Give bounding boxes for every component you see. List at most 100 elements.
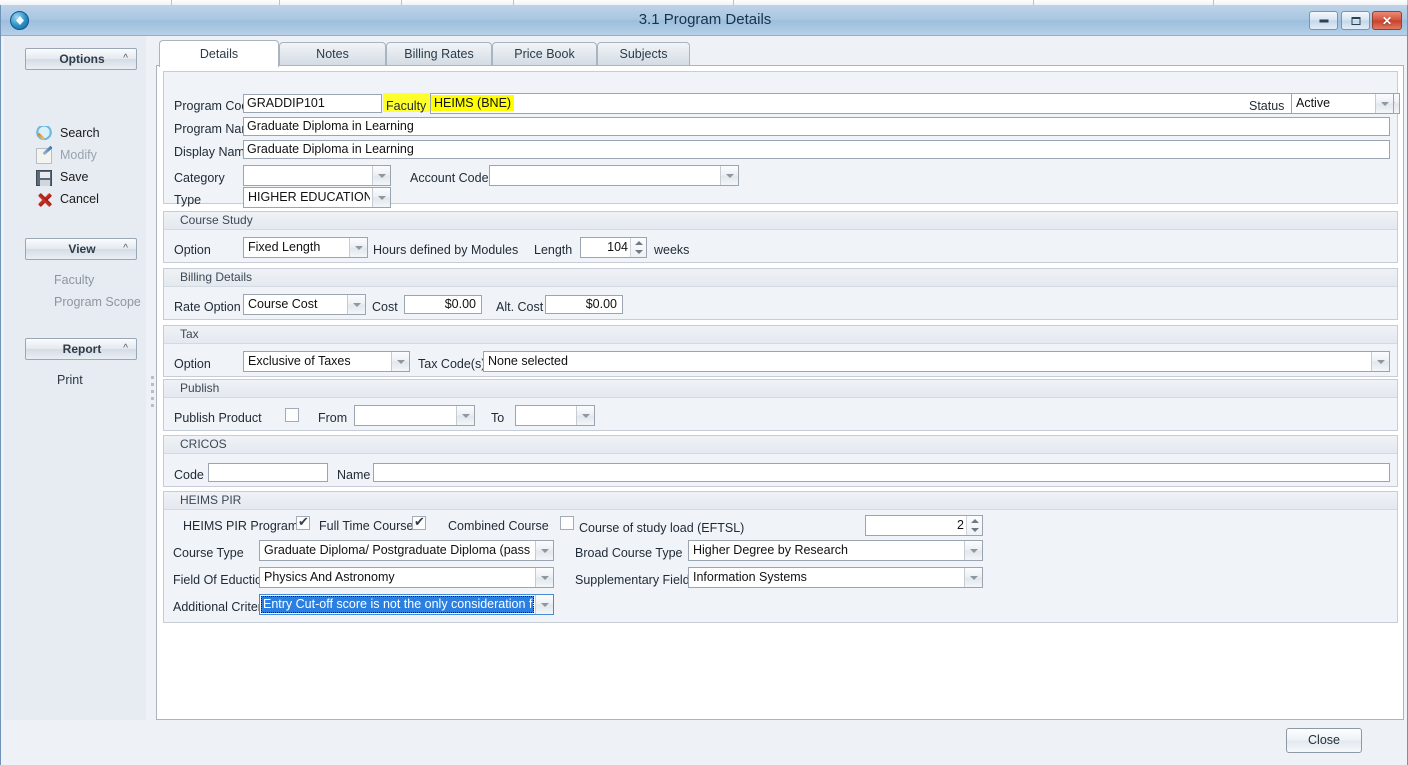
heims-pir-group: HEIMS PIR HEIMS PIR Program Full Time Co… — [163, 491, 1398, 623]
type-combobox[interactable]: HIGHER EDUCATION — [243, 187, 391, 208]
sidebar-item-faculty-label: Faculty — [54, 270, 94, 291]
cricos-code-label: Code — [174, 467, 204, 483]
sidebar-item-program-scope-label: Program Scope — [54, 292, 141, 313]
minimize-button[interactable] — [1309, 11, 1338, 30]
status-combobox[interactable]: Active — [1291, 93, 1394, 114]
cricos-code-input[interactable] — [208, 463, 328, 482]
length-spinner[interactable]: 104 — [580, 237, 647, 258]
content-area: Details Notes Billing Rates Price Book S… — [156, 36, 1404, 720]
account-code-label: Account Code — [410, 170, 489, 186]
tax-title: Tax — [180, 326, 199, 343]
heims-pir-program-checkbox[interactable] — [296, 516, 310, 530]
close-icon: ✕ — [1382, 15, 1392, 27]
chevron-down-icon[interactable] — [964, 541, 982, 560]
category-combobox[interactable] — [243, 165, 391, 186]
tax-header: Tax — [164, 326, 1397, 344]
spinner-arrows-icon[interactable] — [966, 516, 982, 535]
category-label: Category — [174, 170, 225, 186]
chevron-down-icon[interactable] — [391, 352, 409, 371]
rate-option-label: Rate Option — [174, 299, 241, 315]
tax-option-combobox[interactable]: Exclusive of Taxes — [243, 351, 410, 372]
sidebar-item-search-label: Search — [60, 123, 100, 144]
field-of-education-label: Field Of Eduction — [173, 572, 269, 588]
account-code-combobox[interactable] — [489, 165, 739, 186]
display-name-input[interactable]: Graduate Diploma in Learning — [243, 140, 1390, 159]
splitter-dot — [151, 404, 154, 407]
chevron-down-icon[interactable] — [1371, 352, 1389, 371]
course-study-group: Course Study Option Fixed Length Hours d… — [163, 211, 1398, 263]
billing-details-title: Billing Details — [180, 269, 252, 286]
alt-cost-input[interactable]: $0.00 — [545, 295, 623, 314]
additional-criteria-combobox[interactable]: Entry Cut-off score is not the only cons… — [259, 594, 554, 615]
chevron-down-icon[interactable] — [964, 568, 982, 587]
type-value: HIGHER EDUCATION — [248, 188, 370, 207]
details-panel: Program Code GRADDIP101 Faculty HEIMS (B… — [156, 65, 1404, 720]
chevron-down-icon[interactable] — [349, 238, 367, 257]
sidebar-panel-view[interactable]: View ^ — [25, 238, 137, 260]
type-label: Type — [174, 192, 201, 208]
sidebar-item-save-label: Save — [60, 167, 89, 188]
sidebar-panel-report[interactable]: Report ^ — [25, 338, 137, 360]
publish-from-datepicker[interactable] — [354, 405, 475, 426]
additional-criteria-label: Additional Criteria — [173, 599, 272, 615]
chevron-down-icon[interactable] — [720, 166, 738, 185]
program-code-input[interactable]: GRADDIP101 — [243, 94, 382, 113]
chevron-down-icon[interactable] — [535, 541, 553, 560]
cricos-name-input[interactable] — [373, 463, 1390, 482]
tax-codes-combobox[interactable]: None selected — [483, 351, 1390, 372]
tab-notes[interactable]: Notes — [279, 42, 386, 66]
full-time-course-checkbox[interactable] — [412, 516, 426, 530]
chevron-down-icon[interactable] — [535, 595, 553, 614]
cricos-header: CRICOS — [164, 436, 1397, 454]
course-type-combobox[interactable]: Graduate Diploma/ Postgraduate Diploma (… — [259, 540, 554, 561]
course-study-option-combobox[interactable]: Fixed Length — [243, 237, 368, 258]
publish-product-checkbox[interactable] — [285, 408, 299, 422]
splitter-dot — [151, 390, 154, 393]
cost-label: Cost — [372, 299, 398, 315]
program-identity-group: Program Code GRADDIP101 Faculty HEIMS (B… — [163, 71, 1398, 204]
red-cross-icon — [36, 192, 52, 208]
hours-defined-note: Hours defined by Modules — [373, 242, 518, 258]
tab-details[interactable]: Details — [159, 40, 279, 67]
billing-details-group: Billing Details Rate Option Course Cost … — [163, 268, 1398, 320]
faculty-value-wrap: HEIMS (BNE) — [431, 94, 1379, 113]
chevron-down-icon[interactable] — [372, 166, 390, 185]
magnifier-icon — [36, 126, 52, 142]
chevron-down-icon[interactable] — [347, 295, 365, 314]
publish-to-datepicker[interactable] — [515, 405, 595, 426]
combined-course-checkbox[interactable] — [560, 516, 574, 530]
chevron-down-icon[interactable] — [1375, 94, 1393, 113]
sidebar-item-cancel-label: Cancel — [60, 189, 99, 210]
supplementary-field-combobox[interactable]: Information Systems — [688, 567, 983, 588]
faculty-label: Faculty — [386, 98, 426, 114]
tab-billing-rates[interactable]: Billing Rates — [386, 42, 492, 66]
field-of-education-combobox[interactable]: Physics And Astronomy — [259, 567, 554, 588]
chevron-down-icon[interactable] — [456, 406, 474, 425]
sidebar-panel-options[interactable]: Options ^ — [25, 48, 137, 70]
cost-input[interactable]: $0.00 — [404, 295, 482, 314]
spinner-arrows-icon[interactable] — [630, 238, 646, 257]
maximize-button[interactable] — [1341, 11, 1370, 30]
length-value: 104 — [584, 238, 628, 257]
rate-option-value: Course Cost — [248, 295, 345, 314]
status-label: Status — [1249, 98, 1284, 114]
sidebar-panel-view-label: View — [26, 239, 138, 260]
sidebar-panel-options-label: Options — [26, 49, 138, 70]
close-button[interactable]: Close — [1286, 728, 1362, 753]
sidebar-splitter[interactable] — [149, 36, 156, 720]
program-name-input[interactable]: Graduate Diploma in Learning — [243, 117, 1390, 136]
sidebar-item-modify-label: Modify — [60, 145, 97, 166]
course-study-load-value: 2 — [869, 516, 964, 535]
chevron-down-icon[interactable] — [535, 568, 553, 587]
course-study-load-spinner[interactable]: 2 — [865, 515, 983, 536]
cricos-title: CRICOS — [180, 436, 227, 453]
chevron-down-icon[interactable] — [576, 406, 594, 425]
tab-price-book[interactable]: Price Book — [492, 42, 597, 66]
rate-option-combobox[interactable]: Course Cost — [243, 294, 366, 315]
chevron-down-icon[interactable] — [372, 188, 390, 207]
publish-title: Publish — [180, 380, 219, 397]
tab-subjects[interactable]: Subjects — [597, 42, 690, 66]
close-window-button[interactable]: ✕ — [1372, 11, 1402, 30]
faculty-value: HEIMS (BNE) — [431, 95, 514, 111]
broad-course-type-combobox[interactable]: Higher Degree by Research — [688, 540, 983, 561]
